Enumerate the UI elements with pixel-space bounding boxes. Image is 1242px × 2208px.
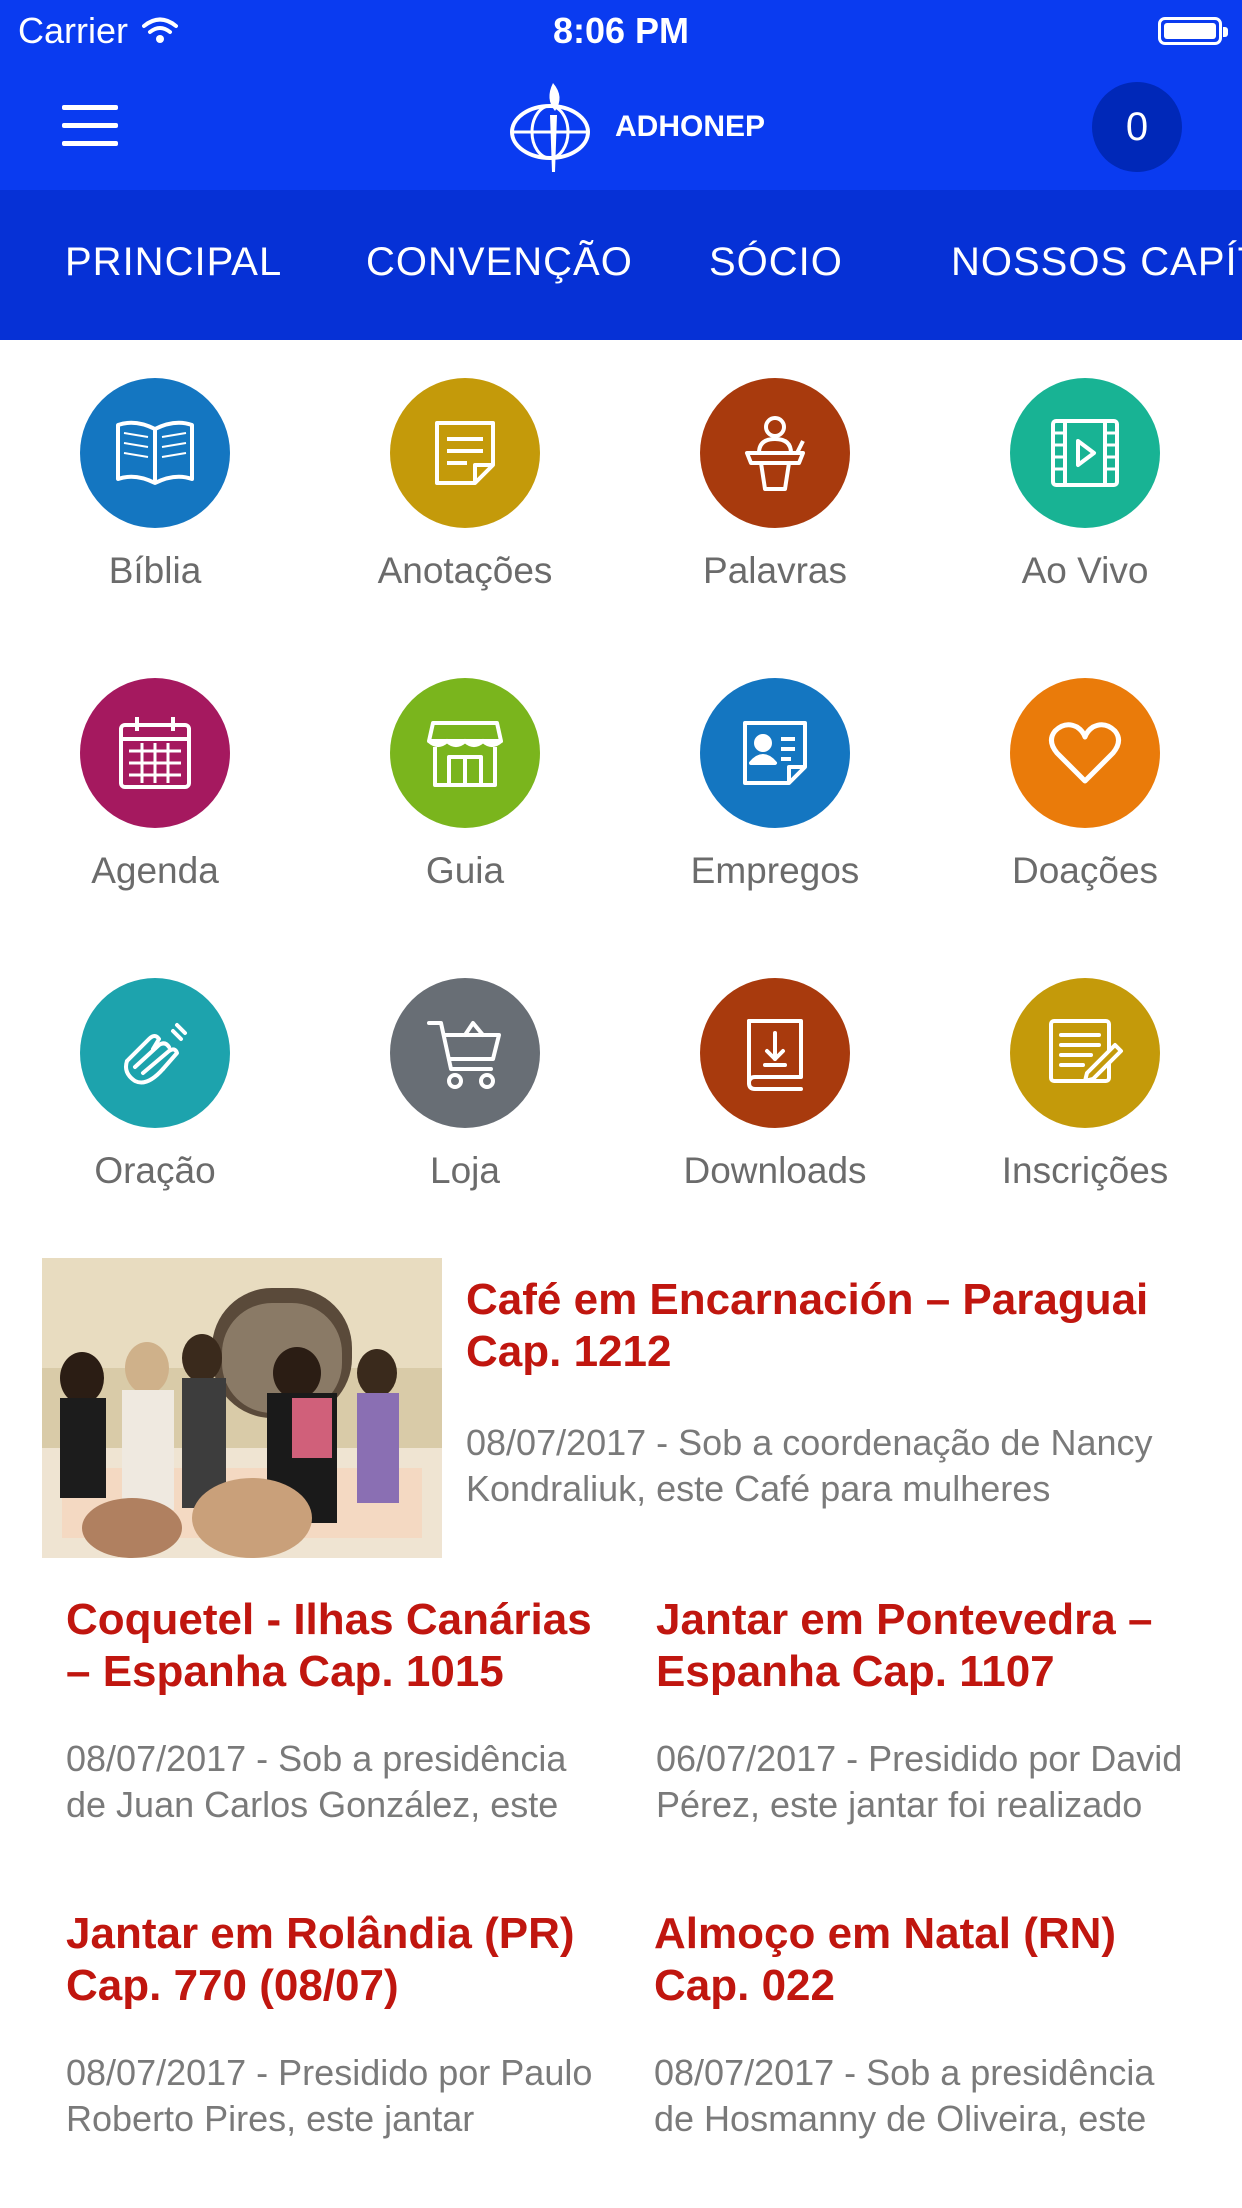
news-summary: 08/07/2017 - Sob a coordenação de Nancy … — [466, 1422, 1153, 1509]
grid-label: Anotações — [377, 550, 553, 591]
video-play-icon — [1010, 378, 1160, 528]
grid-item-ao-vivo[interactable]: Ao Vivo — [930, 340, 1240, 600]
tab-nossos-capitulos[interactable]: NOSSOS CAPÍTULOS — [951, 240, 1242, 285]
grid-item-anotacoes[interactable]: Anotações — [310, 340, 620, 600]
app-logo: ADHONEP — [505, 72, 765, 182]
battery-icon — [1158, 17, 1228, 45]
category-tabs: PRINCIPAL CONVENÇÃO SÓCIO NOSSOS CAPÍTUL… — [0, 190, 1242, 340]
book-icon — [80, 378, 230, 528]
id-card-icon — [700, 678, 850, 828]
grid-label: Inscrições — [1001, 1150, 1169, 1191]
news-title: Almoço em Natal (RN) Cap. 022 — [654, 1909, 1117, 2010]
heart-icon — [1010, 678, 1160, 828]
calendar-icon — [80, 678, 230, 828]
form-edit-icon — [1010, 978, 1160, 1128]
grid-label: Oração — [94, 1150, 216, 1191]
news-summary: 08/07/2017 - Presidido por Paulo Roberto… — [66, 2052, 593, 2139]
news-summary: 08/07/2017 - Sob a presidência de Hosman… — [654, 2052, 1155, 2139]
cart-icon — [390, 978, 540, 1128]
grid-item-agenda[interactable]: Agenda — [0, 640, 310, 900]
download-book-icon — [700, 978, 850, 1128]
tab-convencao[interactable]: CONVENÇÃO — [366, 240, 633, 285]
grid-item-downloads[interactable]: Downloads — [620, 940, 930, 1200]
grid-label: Loja — [430, 1150, 500, 1191]
featured-news-item[interactable]: Café em Encarnación – Paraguai Cap. 1212… — [42, 1258, 1202, 1558]
grid-label: Ao Vivo — [1021, 550, 1149, 591]
tab-socio[interactable]: SÓCIO — [709, 240, 843, 285]
news-item[interactable]: Jantar em Pontevedra – Espanha Cap. 1107… — [656, 1594, 1196, 1828]
status-bar: Carrier 8:06 PM — [0, 0, 1242, 60]
grid-label: Empregos — [690, 850, 860, 891]
store-icon — [390, 678, 540, 828]
note-icon — [390, 378, 540, 528]
speaker-podium-icon — [700, 378, 850, 528]
menu-button[interactable] — [62, 105, 132, 151]
grid-label: Palavras — [703, 550, 847, 591]
menu-icon-bar — [62, 123, 118, 128]
grid-item-loja[interactable]: Loja — [310, 940, 620, 1200]
news-summary: 06/07/2017 - Presidido por David Pérez, … — [656, 1738, 1183, 1825]
news-item[interactable]: Coquetel - Ilhas Canárias – Espanha Cap.… — [66, 1594, 606, 1828]
menu-icon — [62, 105, 118, 110]
brand-name: ADHONEP — [615, 110, 766, 143]
grid-item-oracao[interactable]: Oração — [0, 940, 310, 1200]
grid-item-guia[interactable]: Guia — [310, 640, 620, 900]
news-title: Café em Encarnación – Paraguai Cap. 1212 — [466, 1275, 1149, 1376]
news-item[interactable]: Jantar em Rolândia (PR) Cap. 770 (08/07)… — [66, 1908, 606, 2142]
news-summary: 08/07/2017 - Sob a presidência de Juan C… — [66, 1738, 567, 1825]
grid-item-empregos[interactable]: Empregos — [620, 640, 930, 900]
grid-label: Agenda — [91, 850, 219, 891]
news-title: Jantar em Rolândia (PR) Cap. 770 (08/07) — [66, 1909, 575, 2010]
news-title: Coquetel - Ilhas Canárias – Espanha Cap.… — [66, 1595, 592, 1696]
grid-item-doacoes[interactable]: Doações — [930, 640, 1240, 900]
nav-bar: ADHONEP 0 — [0, 60, 1242, 190]
cart-count-badge[interactable]: 0 — [1092, 82, 1182, 172]
clock: 8:06 PM — [552, 10, 690, 51]
menu-icon-bar — [62, 141, 118, 146]
grid-label: Doações — [1011, 850, 1159, 891]
news-item[interactable]: Almoço em Natal (RN) Cap. 022 08/07/2017… — [654, 1908, 1194, 2142]
news-photo — [42, 1258, 442, 1558]
grid-item-palavras[interactable]: Palavras — [620, 340, 930, 600]
praying-hands-icon — [80, 978, 230, 1128]
grid-item-inscricoes[interactable]: Inscrições — [930, 940, 1240, 1200]
grid-item-biblia[interactable]: Bíblia — [0, 340, 310, 600]
tab-principal[interactable]: PRINCIPAL — [65, 240, 282, 285]
news-title: Jantar em Pontevedra – Espanha Cap. 1107 — [656, 1595, 1153, 1696]
grid-label: Downloads — [683, 1150, 867, 1191]
globe-torch-icon — [510, 83, 590, 172]
grid-label: Guia — [425, 850, 505, 891]
grid-label: Bíblia — [108, 550, 202, 591]
